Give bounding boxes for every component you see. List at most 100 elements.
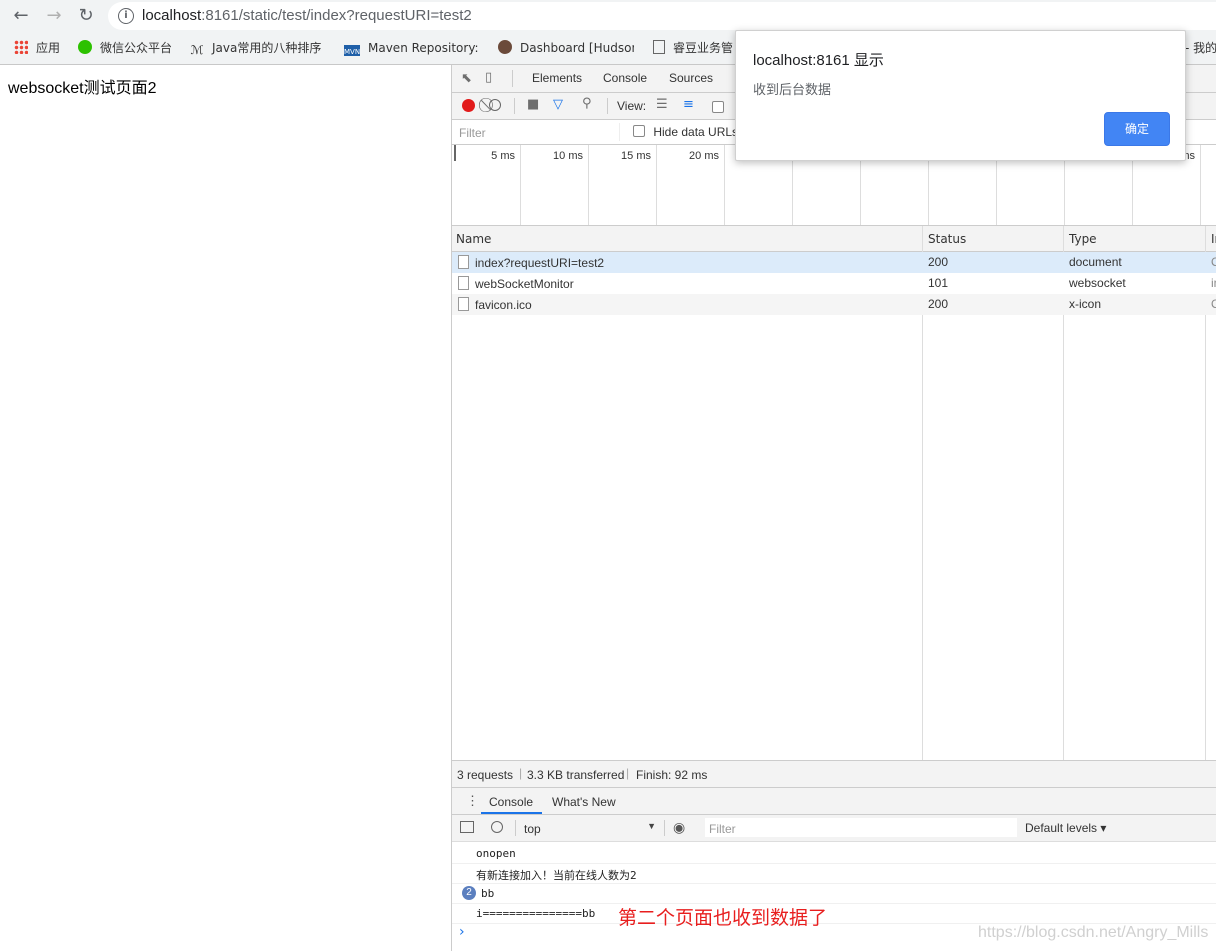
request-type: document: [1069, 255, 1122, 269]
browser-toolbar: ← → ↻ i localhost:8161/static/test/index…: [0, 0, 1216, 32]
column-name[interactable]: Name: [456, 232, 491, 246]
console-message: 有新连接加入！当前在线人数为2: [452, 863, 1216, 884]
console-filter-input[interactable]: Filter: [705, 818, 1017, 837]
console-message-text: onopen: [476, 847, 516, 860]
log-levels-dropdown[interactable]: Default levels ▾: [1025, 821, 1106, 835]
console-message-text: i===============bb: [476, 907, 596, 920]
ok-button[interactable]: 确定: [1104, 112, 1170, 146]
hudson-icon: [498, 40, 512, 54]
request-name-text: webSocketMonitor: [475, 277, 574, 291]
context-selector[interactable]: top ▼: [520, 818, 656, 837]
hide-data-urls-option[interactable]: Hide data URLs: [633, 125, 738, 139]
request-name-text: favicon.ico: [475, 298, 532, 312]
annotation-note: 第二个页面也收到数据了: [618, 907, 828, 929]
drawer-tabbar: ⋮ Console What's New: [452, 788, 1216, 815]
hide-data-urls-label: Hide data URLs: [653, 125, 739, 139]
drawer-tab-whats-new[interactable]: What's New: [552, 795, 616, 809]
request-initiator-text: O: [1211, 297, 1216, 311]
page-icon: [653, 40, 665, 54]
bookmark-java-sort[interactable]: ℳ Java常用的八种排序: [190, 40, 328, 56]
request-row[interactable]: index?requestURI=test2 200 document O: [452, 252, 1216, 273]
column-initiator[interactable]: In: [1211, 232, 1216, 246]
summary-transferred: 3.3 KB transferred: [527, 768, 625, 782]
request-type: websocket: [1069, 276, 1126, 290]
device-toolbar-icon[interactable]: ▯: [485, 71, 492, 85]
devtools-panel: ⬉ ▯ Elements Console Sources ⃠ ■ ▽ ⚲ Vie…: [451, 65, 1216, 951]
request-name: index?requestURI=test2: [458, 255, 604, 270]
back-arrow-icon[interactable]: ←: [9, 4, 33, 28]
request-type: x-icon: [1069, 297, 1101, 311]
request-status-text: 200: [928, 297, 949, 311]
bookmark-hudson[interactable]: Dashboard [Hudson: [498, 40, 634, 56]
column-type[interactable]: Type: [1069, 232, 1097, 246]
request-row[interactable]: favicon.ico 200 x-icon O: [452, 294, 1216, 315]
filter-placeholder: Filter: [459, 126, 486, 140]
request-type-text: websocket: [1069, 276, 1126, 290]
url-host: localhost: [142, 7, 202, 24]
bookmark-page[interactable]: 睿豆业务管: [653, 40, 735, 56]
timeline-tick: 15 ms: [588, 145, 657, 225]
site-info-icon[interactable]: i: [118, 8, 134, 24]
watermark: https://blog.csdn.net/Angry_Mills: [978, 924, 1209, 941]
summary-requests: 3 requests: [457, 768, 514, 782]
inspect-element-icon[interactable]: ⬉: [461, 72, 472, 86]
bookmark-wechat[interactable]: 微信公众平台: [78, 40, 178, 56]
network-summary-bar: 3 requests | 3.3 KB transferred | Finish…: [452, 760, 1216, 788]
large-rows-icon[interactable]: ☰: [656, 98, 668, 112]
bookmark-apps[interactable]: 应用: [14, 40, 74, 56]
request-status-text: 200: [928, 255, 949, 269]
record-icon[interactable]: [462, 99, 475, 112]
dropdown-arrow-icon: ▼: [647, 821, 656, 831]
forward-arrow-icon[interactable]: →: [42, 4, 66, 28]
summary-finish: Finish: 92 ms: [636, 768, 708, 782]
hide-data-urls-checkbox[interactable]: [633, 125, 645, 137]
drawer-menu-icon[interactable]: ⋮: [466, 793, 479, 809]
waterfall-icon[interactable]: ≡: [683, 98, 694, 112]
address-bar[interactable]: i localhost:8161/static/test/index?reque…: [108, 2, 1216, 30]
console-message: 2 bb: [452, 883, 1216, 904]
tab-console[interactable]: Console: [603, 71, 647, 85]
request-name: webSocketMonitor: [458, 276, 574, 291]
request-initiator: O: [1211, 297, 1216, 311]
console-prompt[interactable]: ›: [459, 924, 465, 940]
live-expression-eye-icon[interactable]: ◉: [673, 819, 685, 836]
request-name: favicon.ico: [458, 297, 532, 312]
console-message: i===============bb: [452, 903, 1216, 924]
filter-funnel-icon[interactable]: ▽: [553, 98, 563, 112]
filter-input[interactable]: Filter: [455, 123, 620, 141]
reload-icon[interactable]: ↻: [74, 4, 98, 28]
timeline-tick: 20 ms: [656, 145, 725, 225]
maven-icon: MVN: [344, 45, 360, 56]
bookmark-mine[interactable]: - 我的: [1185, 40, 1216, 56]
file-icon: [458, 297, 469, 311]
request-row[interactable]: webSocketMonitor 101 websocket in: [452, 273, 1216, 294]
request-initiator: in: [1211, 276, 1216, 290]
search-icon[interactable]: ⚲: [582, 97, 592, 111]
tab-elements[interactable]: Elements: [532, 71, 582, 85]
dialog-title: localhost:8161 显示: [753, 52, 884, 69]
clear-circle-icon: [489, 99, 501, 111]
console-toolbar: top ▼ ◉ Filter Default levels ▾: [452, 815, 1216, 842]
file-icon: [458, 276, 469, 290]
view-label: View:: [617, 99, 647, 113]
timeline-tick-label: 20 ms: [689, 150, 719, 162]
url-path: :8161/static/test/index?requestURI=test2: [201, 7, 472, 24]
timeline-tick: 5 ms: [452, 145, 521, 225]
apps-grid-icon: [14, 40, 28, 54]
request-status: 200: [928, 297, 948, 311]
screenshot-camera-icon[interactable]: ■: [527, 98, 539, 112]
clear-console-icon[interactable]: [491, 821, 503, 833]
file-icon: [458, 255, 469, 269]
column-status[interactable]: Status: [928, 232, 966, 246]
console-message-text: 有新连接加入！当前在线人数为2: [476, 869, 637, 882]
drawer-tab-console[interactable]: Console: [481, 788, 542, 814]
sidebar-toggle-icon[interactable]: [460, 821, 474, 833]
tab-sources[interactable]: Sources: [669, 71, 713, 85]
request-type-text: x-icon: [1069, 297, 1102, 311]
bookmark-maven[interactable]: MVN Maven Repository:: [344, 40, 482, 56]
request-status: 200: [928, 255, 948, 269]
preserve-log-checkbox[interactable]: [712, 101, 724, 113]
alert-dialog: localhost:8161 显示 收到后台数据 确定: [735, 30, 1186, 161]
dialog-message: 收到后台数据: [753, 83, 832, 98]
address-url: localhost:8161/static/test/index?request…: [142, 7, 472, 24]
